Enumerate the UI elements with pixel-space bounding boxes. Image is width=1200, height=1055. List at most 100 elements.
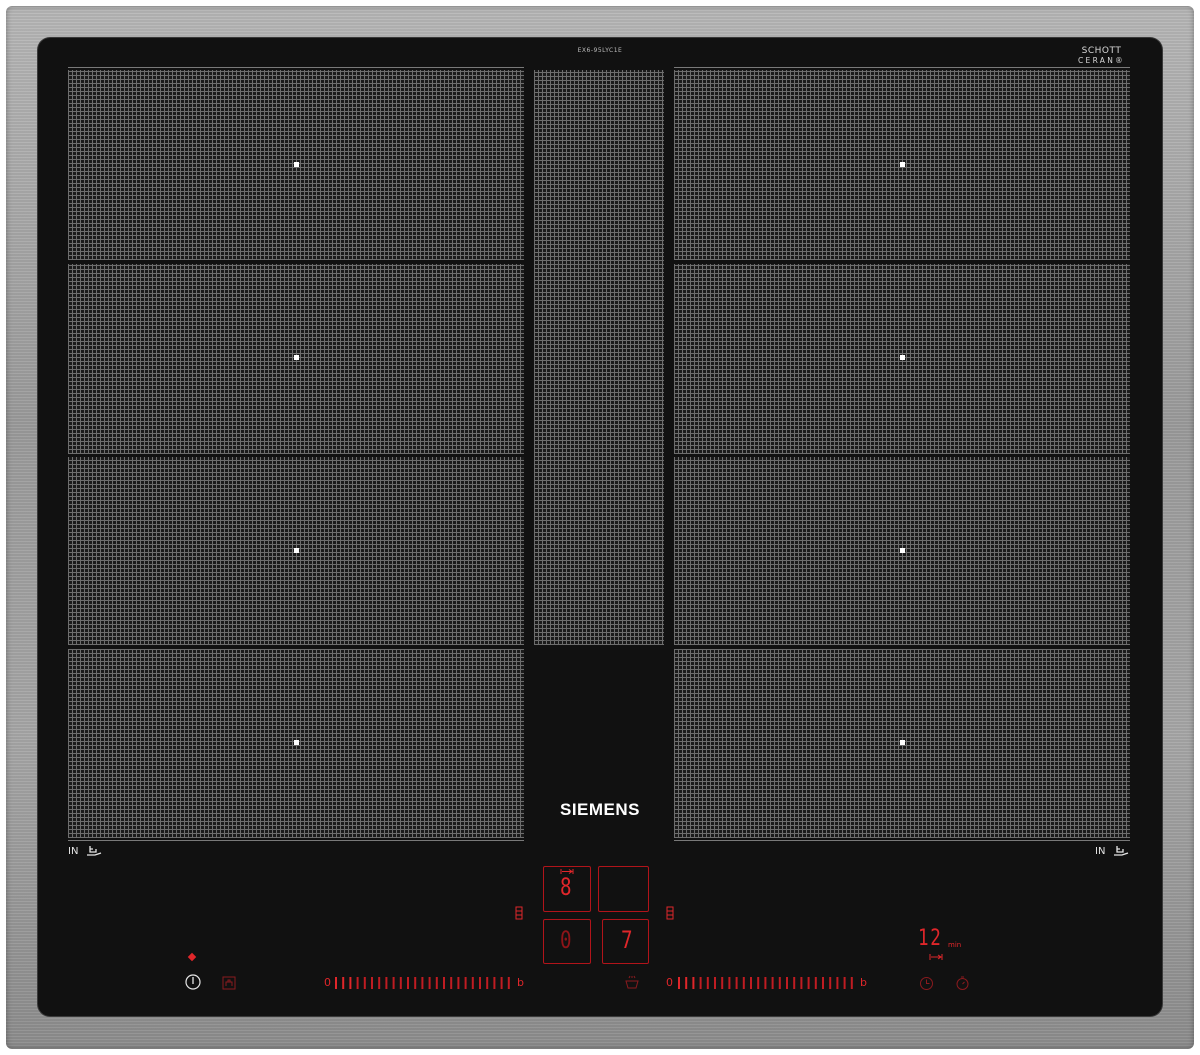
power-level-digit: 7 [621, 926, 633, 954]
slider-segment[interactable] [685, 977, 688, 989]
wipe-protection-icon[interactable] [624, 975, 640, 989]
zone-marker [294, 548, 299, 553]
zone-marker [900, 355, 905, 360]
power-level-digit: 0 [560, 926, 572, 954]
zone-marker [294, 162, 299, 167]
slider-segment[interactable] [721, 977, 724, 989]
slider-segment[interactable] [822, 977, 824, 989]
zone-label-left: IN [68, 846, 79, 857]
zone-marker [900, 162, 905, 167]
slider-segment[interactable] [742, 977, 745, 989]
slider-segment[interactable] [464, 977, 467, 989]
slider-segment[interactable] [493, 977, 496, 989]
childlock-icon[interactable] [222, 976, 236, 990]
pan-icon [87, 846, 102, 856]
cooking-zone-right-1[interactable] [674, 70, 1130, 260]
pan-icon [1114, 846, 1129, 856]
power-level-digit: 8 [560, 873, 572, 901]
slider-segment[interactable] [486, 977, 489, 989]
slider-segment[interactable] [728, 977, 731, 989]
slider-segment[interactable] [443, 977, 445, 989]
slider-segment[interactable] [757, 977, 760, 989]
zone-marker [294, 740, 299, 745]
slider-segment[interactable] [843, 977, 846, 989]
power-icon[interactable] [184, 973, 202, 991]
power-slider-left[interactable] [333, 975, 513, 991]
slider-segment[interactable] [428, 977, 431, 989]
slider-segment[interactable] [829, 977, 832, 989]
slider-segment[interactable] [836, 977, 839, 989]
slider-segment[interactable] [414, 977, 417, 989]
slider-segment[interactable] [699, 977, 702, 989]
slider-segment[interactable] [349, 977, 352, 989]
cooking-zone-right-3[interactable] [674, 457, 1130, 645]
cooking-zone-right-2[interactable] [674, 264, 1130, 454]
slider-segment[interactable] [457, 977, 460, 989]
slider-segment[interactable] [335, 977, 337, 989]
timer-clock-icon[interactable] [919, 976, 934, 991]
cooking-zone-center[interactable] [534, 70, 664, 645]
slider-segment[interactable] [378, 977, 381, 989]
slider-segment[interactable] [342, 977, 345, 989]
slider-segment[interactable] [793, 977, 796, 989]
slider-segment[interactable] [800, 977, 803, 989]
slider-segment[interactable] [714, 977, 716, 989]
slider-segment[interactable] [392, 977, 395, 989]
slider-segment[interactable] [735, 977, 738, 989]
zone-display-bottom-right[interactable]: 7 [602, 919, 649, 964]
slider-segment[interactable] [692, 977, 695, 989]
cooking-zone-left-3[interactable] [68, 457, 524, 645]
slider-segment[interactable] [778, 977, 781, 989]
slider-segment[interactable] [786, 977, 788, 989]
zone-marker [900, 740, 905, 745]
slider-segment[interactable] [471, 977, 474, 989]
zone-label-right: IN [1095, 846, 1106, 857]
slider-right-max: b [860, 976, 867, 989]
slider-segment[interactable] [385, 977, 388, 989]
power-slider-right[interactable] [676, 975, 856, 991]
stopwatch-icon[interactable] [955, 975, 970, 991]
timer-digits: 12 [918, 926, 943, 951]
slider-segment[interactable] [479, 977, 481, 989]
zone-display-top-left[interactable]: 8 [543, 866, 591, 912]
slider-left-min: 0 [324, 976, 331, 989]
separator-top-right [674, 67, 1130, 68]
slider-segment[interactable] [356, 977, 359, 989]
slider-segment[interactable] [371, 977, 373, 989]
slider-segment[interactable] [764, 977, 767, 989]
bridge-icon[interactable] [515, 906, 523, 920]
cooking-zone-right-4[interactable] [674, 649, 1130, 838]
slider-right-min: 0 [666, 976, 673, 989]
slider-segment[interactable] [507, 977, 510, 989]
cooking-zone-left-1[interactable] [68, 70, 524, 260]
separator-bottom-left [68, 840, 524, 841]
slider-segment[interactable] [421, 977, 424, 989]
bridge-icon[interactable] [666, 906, 674, 920]
model-code: EX6-95LYC1E [577, 47, 623, 54]
schott-ceran-logo: SCHOTT CERAN® [1078, 46, 1125, 65]
zone-marker [900, 548, 905, 553]
slider-segment[interactable] [435, 977, 438, 989]
separator-bottom-right [674, 840, 1130, 841]
slider-segment[interactable] [678, 977, 680, 989]
slider-segment[interactable] [807, 977, 810, 989]
slider-segment[interactable] [500, 977, 503, 989]
slider-segment[interactable] [706, 977, 709, 989]
zone-display-bottom-left[interactable]: 0 [543, 919, 591, 964]
slider-segment[interactable] [450, 977, 453, 989]
cooking-zone-left-4[interactable] [68, 649, 524, 838]
separator-top-left [68, 67, 524, 68]
slider-segment[interactable] [771, 977, 774, 989]
slider-segment[interactable] [750, 977, 752, 989]
brand-logo: SIEMENS [559, 800, 641, 819]
zone-marker [294, 355, 299, 360]
slider-segment[interactable] [814, 977, 817, 989]
slider-segment[interactable] [407, 977, 409, 989]
zone-display-top-right[interactable] [598, 866, 649, 912]
slider-left-max: b [517, 976, 524, 989]
slider-segment[interactable] [399, 977, 402, 989]
timer-end-icon [929, 954, 943, 960]
slider-segment[interactable] [850, 977, 853, 989]
cooking-zone-left-2[interactable] [68, 264, 524, 454]
slider-segment[interactable] [363, 977, 366, 989]
